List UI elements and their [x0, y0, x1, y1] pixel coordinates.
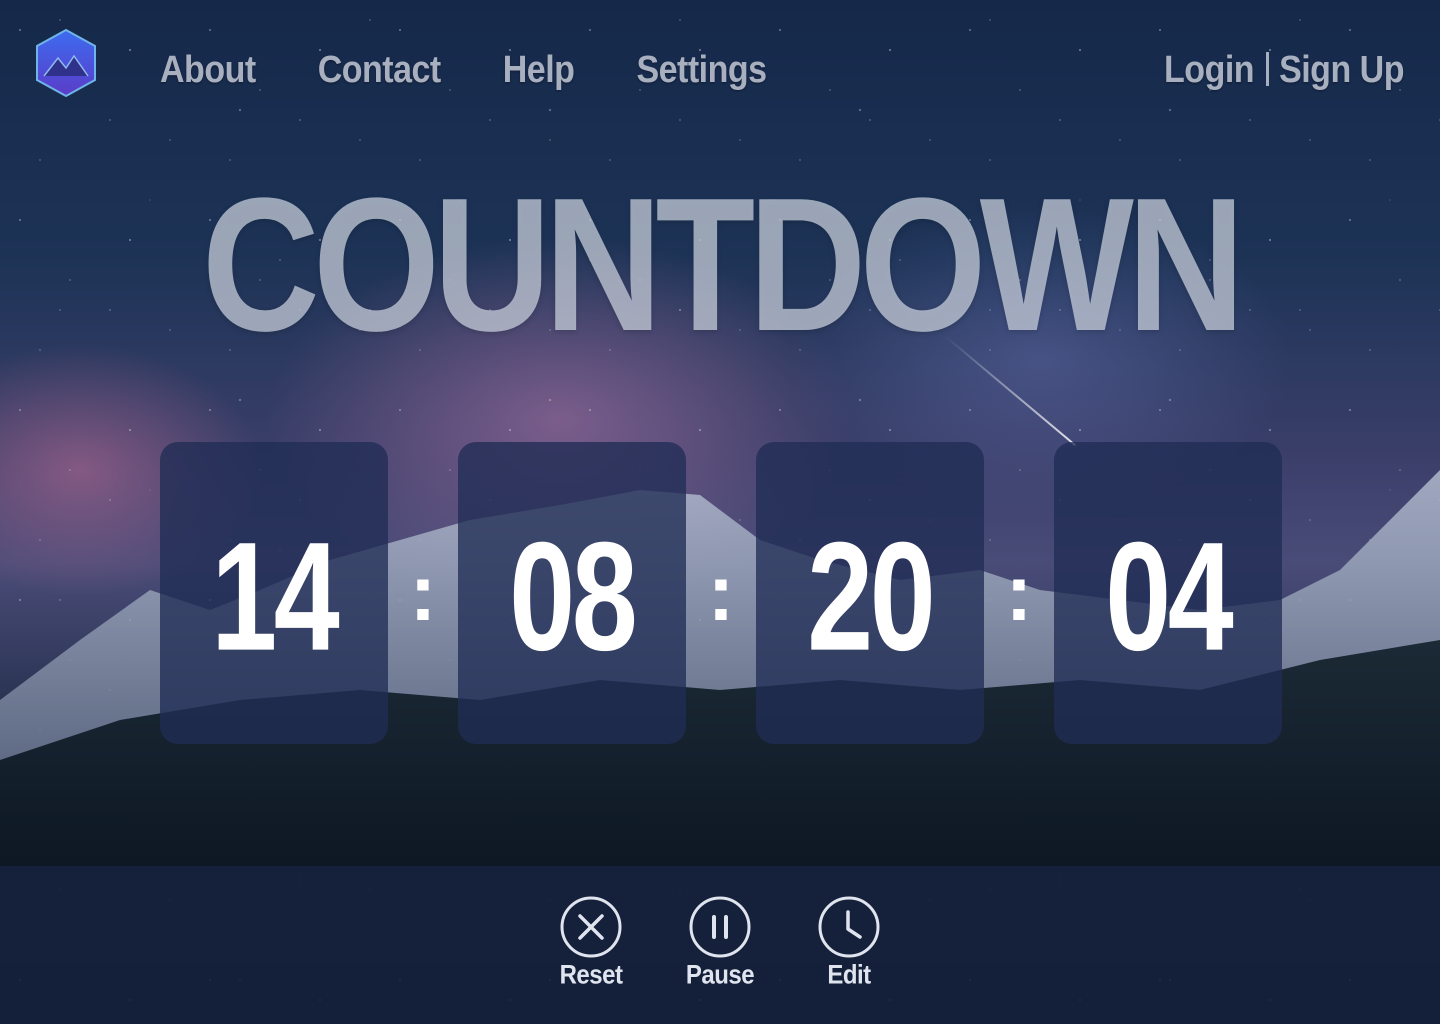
timer-separator: :: [707, 548, 735, 637]
logo-icon[interactable]: [34, 28, 98, 98]
pause-button[interactable]: Pause: [670, 896, 770, 990]
signup-link[interactable]: Sign Up: [1279, 44, 1404, 96]
timer-value-seconds: 04: [1105, 510, 1234, 683]
nav-link-contact[interactable]: Contact: [318, 44, 442, 96]
nav-link-settings[interactable]: Settings: [636, 44, 767, 96]
clock-icon: [818, 896, 880, 958]
auth-links: Login Sign Up: [1164, 44, 1404, 91]
reset-button[interactable]: Reset: [541, 896, 641, 990]
timer-box-hours: 08: [458, 442, 686, 744]
edit-button[interactable]: Edit: [799, 896, 899, 990]
timer-separator: :: [409, 548, 437, 637]
timer-box-days: 14: [160, 442, 388, 744]
page-title: COUNTDOWN: [201, 159, 1245, 371]
timer-box-seconds: 04: [1054, 442, 1282, 744]
pause-label: Pause: [685, 960, 755, 991]
login-link[interactable]: Login: [1164, 44, 1255, 96]
nav-link-help[interactable]: Help: [503, 44, 575, 96]
timer-value-days: 14: [211, 510, 340, 683]
edit-label: Edit: [827, 960, 871, 991]
pause-circle-icon: [689, 896, 751, 958]
main-nav: About Contact Help Settings: [160, 44, 829, 91]
timer-separator: :: [1005, 548, 1033, 637]
timer-box-minutes: 20: [756, 442, 984, 744]
close-circle-icon: [560, 896, 622, 958]
nav-link-about[interactable]: About: [160, 44, 256, 96]
auth-divider: [1266, 52, 1270, 86]
timer-value-minutes: 20: [807, 510, 936, 683]
reset-label: Reset: [559, 960, 623, 991]
timer-value-hours: 08: [509, 510, 638, 683]
